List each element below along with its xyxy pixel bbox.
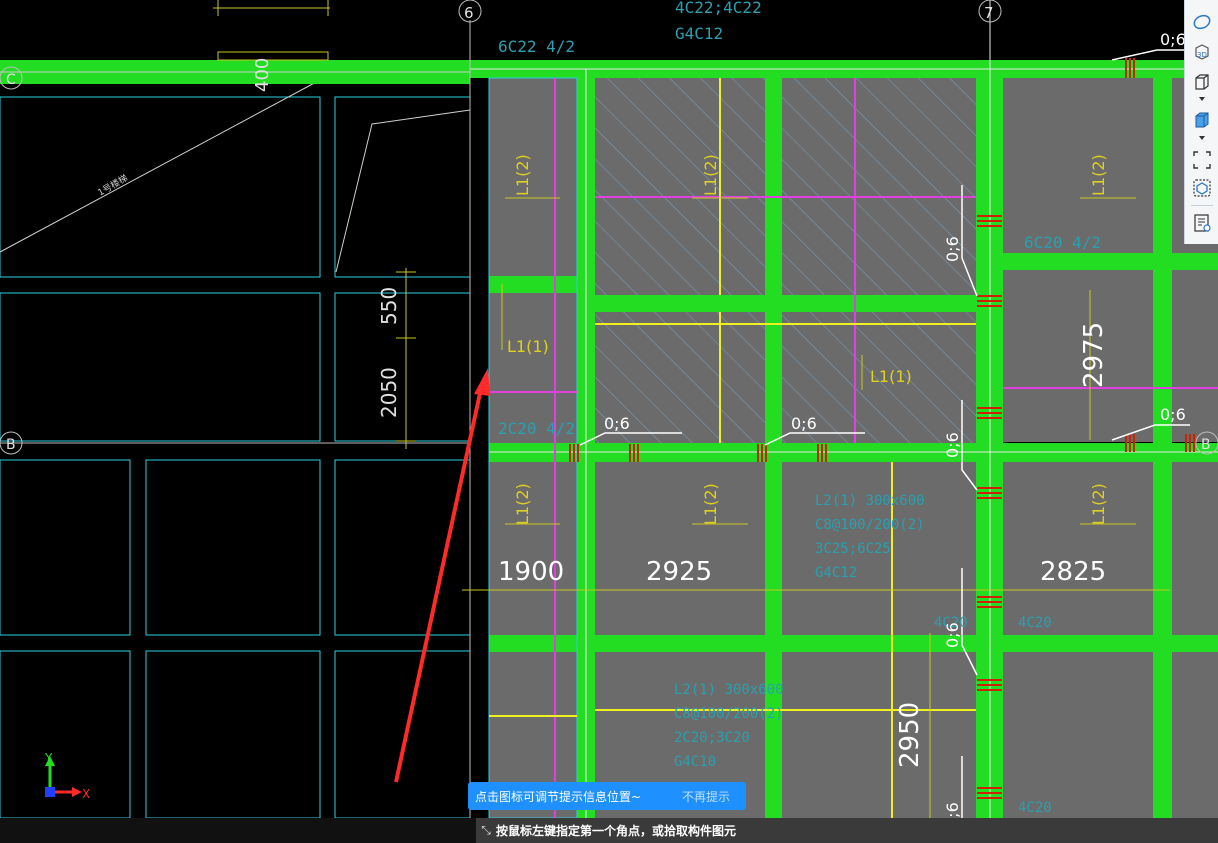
- zero6-b: 0;6: [604, 414, 630, 433]
- dim-1900: 1900: [498, 557, 564, 587]
- l2b-text-4: G4C10: [674, 754, 716, 770]
- l1-2-a: L1(2): [513, 154, 532, 196]
- view-toolbar: 3D: [1184, 0, 1218, 244]
- command-prompt-text: 按鼠标左键指定第一个角点，或拾取构件图元: [496, 824, 737, 838]
- chevron-down-icon[interactable]: [1190, 131, 1214, 145]
- l2b-text-3: 2C20;3C20: [674, 730, 750, 746]
- zero6-e: 0;6: [943, 236, 962, 262]
- zero6-d: 0;6: [1160, 405, 1186, 424]
- c20-c: 4C20: [1018, 800, 1052, 816]
- hatched-slab: [595, 78, 976, 443]
- l1-2-e: L1(2): [701, 483, 720, 525]
- bottom-left-area: [0, 818, 476, 843]
- properties-icon[interactable]: [1190, 211, 1214, 235]
- chevron-down-icon[interactable]: [1190, 92, 1214, 106]
- axis-x-label: X: [82, 787, 90, 801]
- top-rebar-1: 4C22;4C22: [675, 0, 762, 17]
- solid-cube-icon[interactable]: [1190, 108, 1214, 132]
- dim-2825: 2825: [1040, 557, 1106, 587]
- zero6-f: 0;6: [943, 432, 962, 458]
- perspective-icon[interactable]: [1190, 10, 1214, 34]
- svg-text:3D: 3D: [1197, 51, 1207, 59]
- l2-text-3: 3C25;6C25: [815, 541, 891, 557]
- axis-b-label: B: [6, 437, 16, 453]
- zero6-a: 0;6: [1160, 30, 1186, 49]
- l1-1-a: L1(1): [507, 337, 549, 356]
- resize-arrows-icon[interactable]: ⤡: [476, 823, 496, 838]
- l2b-text-2: C8@100/200(2): [674, 706, 784, 722]
- l1-1-b: L1(1): [870, 367, 912, 386]
- dim-2925: 2925: [646, 557, 712, 587]
- 3d-view-icon[interactable]: 3D: [1190, 40, 1214, 64]
- top-rebar-2: G4C12: [675, 24, 723, 43]
- beam-left-b-label: 2C20 4/2: [498, 419, 575, 438]
- c20-a: 4C20: [1018, 615, 1052, 631]
- axis-c-label: C: [6, 72, 16, 88]
- cad-canvas[interactable]: 1号楼梯 400 550 2050 6 7 C B B 4C22;4C22 G4…: [0, 0, 1218, 843]
- axis-b-right-label: B: [1201, 437, 1211, 453]
- axis-7-label: 7: [984, 4, 994, 22]
- component-view-icon[interactable]: [1190, 176, 1214, 200]
- dim-2950: 2950: [895, 702, 925, 768]
- hint-tooltip[interactable]: 点击图标可调节提示信息位置~ 不再提示: [468, 782, 746, 810]
- zero6-g: 0;6: [943, 622, 962, 648]
- l2-text-4: G4C12: [815, 565, 857, 581]
- l1-2-c: L1(2): [1089, 154, 1108, 196]
- dim-550: 550: [377, 287, 401, 325]
- fit-view-icon[interactable]: [1190, 148, 1214, 172]
- l2-text-2: C8@100/200(2): [815, 517, 925, 533]
- dim-400: 400: [252, 58, 273, 92]
- axis-y-label: Y: [44, 751, 53, 765]
- command-prompt-bar: ⤡ 按鼠标左键指定第一个角点，或拾取构件图元: [476, 818, 1218, 843]
- dim-2050: 2050: [377, 367, 401, 418]
- l2-text-1: L2(1) 300x600: [815, 493, 925, 509]
- beam-mid-label: 6C20 4/2: [1024, 233, 1101, 252]
- l1-2-b: L1(2): [701, 154, 720, 196]
- zero6-c: 0;6: [791, 414, 817, 433]
- axis-6-label: 6: [464, 4, 474, 22]
- l1-2-d: L1(2): [513, 483, 532, 525]
- dont-show-again-link[interactable]: 不再提示: [666, 788, 746, 805]
- cube-icon[interactable]: [1190, 70, 1214, 94]
- l1-2-f: L1(2): [1089, 483, 1108, 525]
- hint-message: 点击图标可调节提示信息位置~: [475, 789, 642, 804]
- dim-2975: 2975: [1079, 322, 1109, 388]
- beam-top-label: 6C22 4/2: [498, 37, 575, 56]
- l2b-text-1: L2(1) 300x600: [674, 682, 784, 698]
